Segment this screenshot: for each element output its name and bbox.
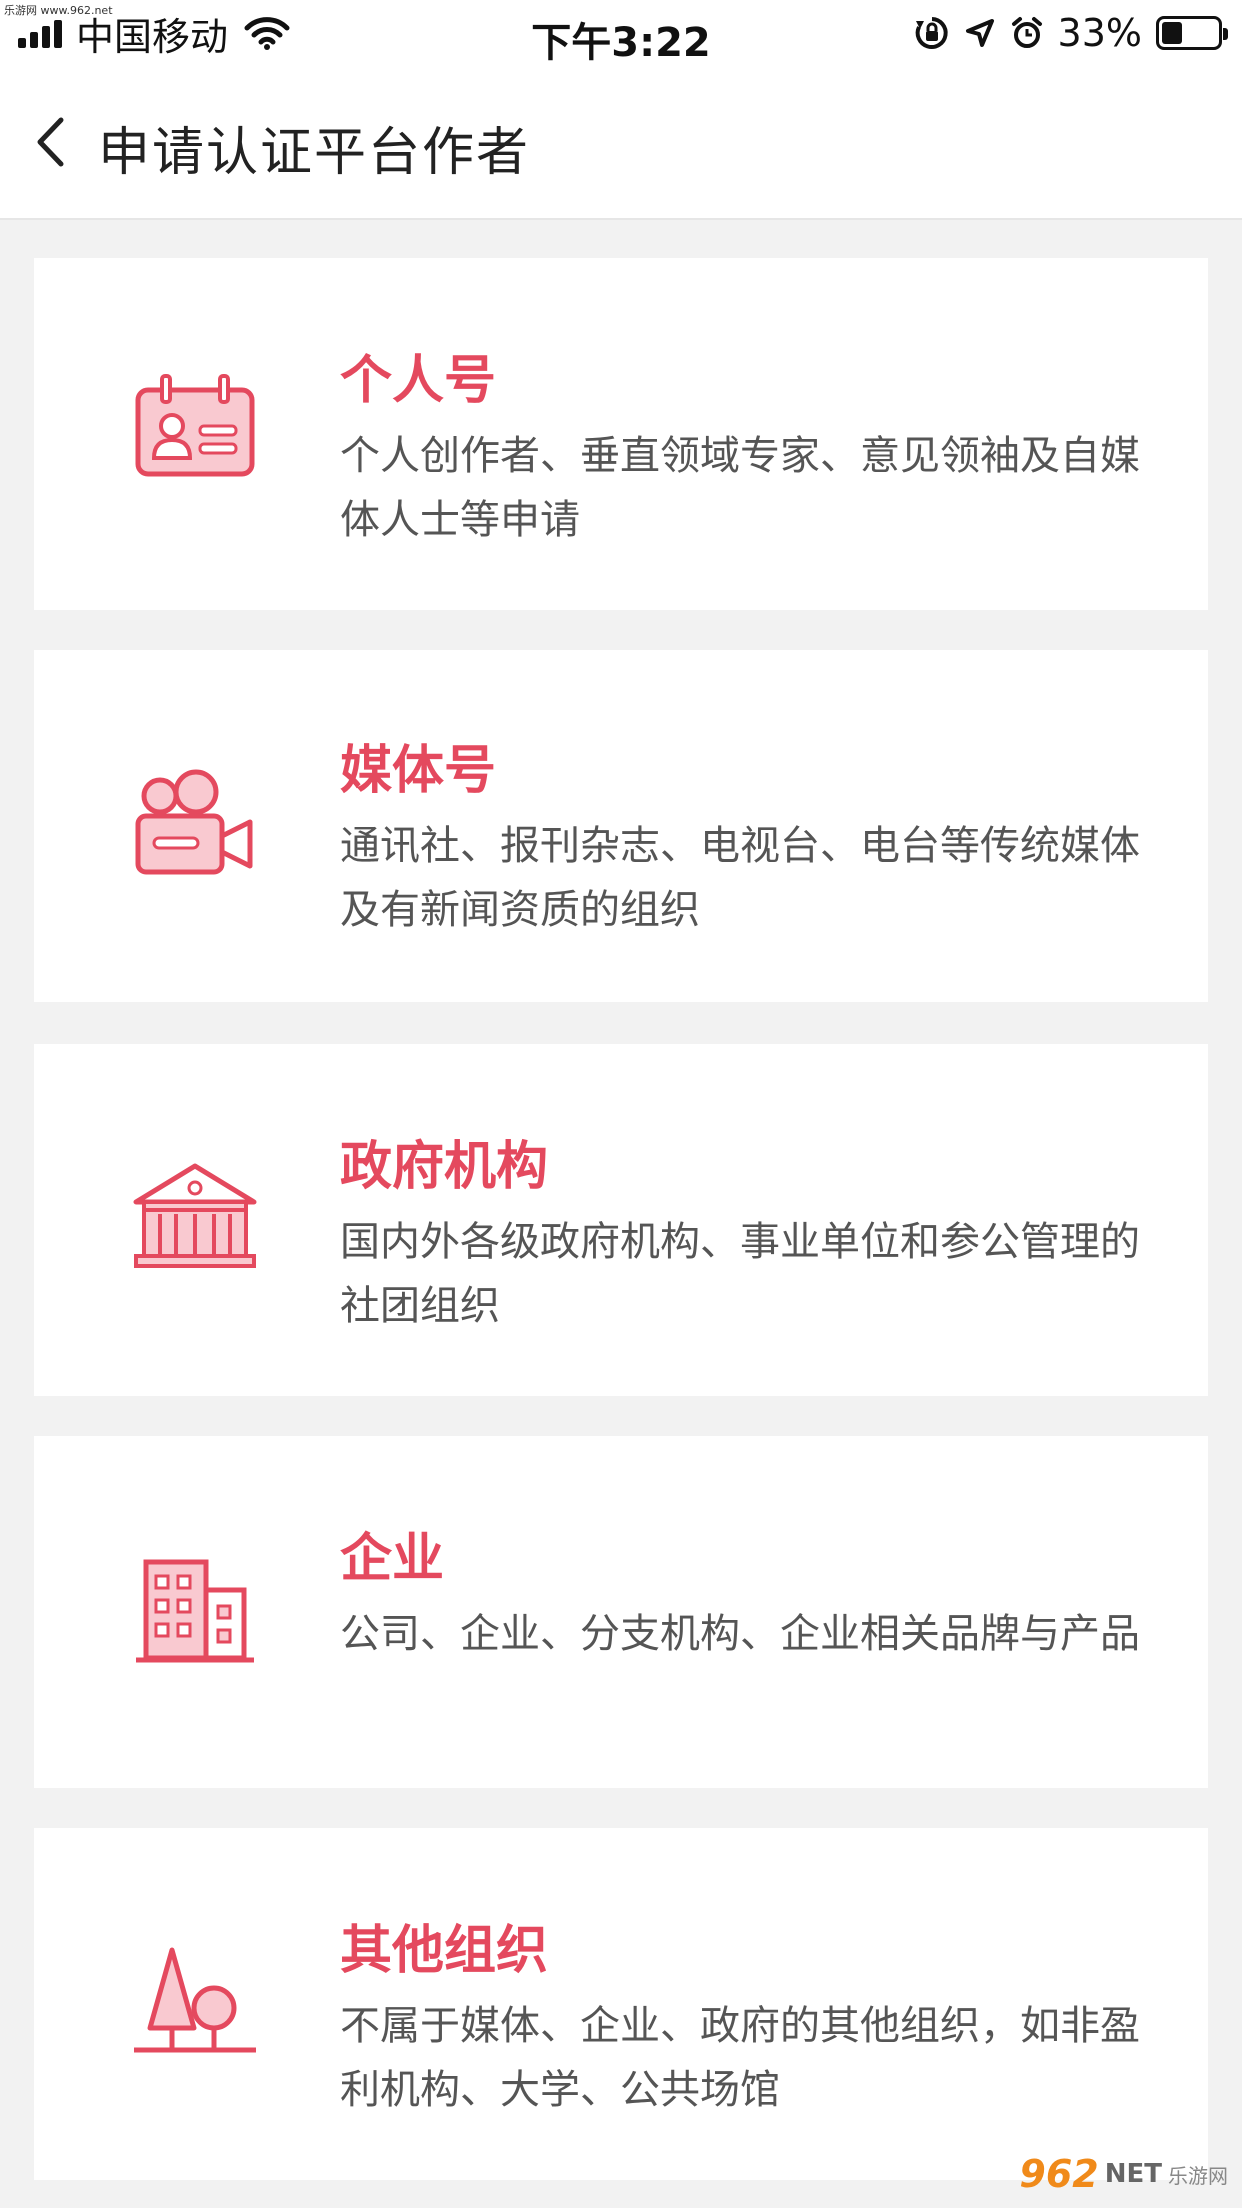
rotation-lock-icon <box>915 17 948 49</box>
status-bar: 乐游网 www.962.net 中国移动 下午3:22 33% <box>0 0 1242 66</box>
page-title: 申请认证平台作者 <box>98 123 531 183</box>
card-title: 其他组织 <box>340 1921 549 1981</box>
card-government[interactable]: 政府机构 国内外各级政府机构、事业单位和参公管理的社团组织 <box>34 1044 1208 1396</box>
card-title: 个人号 <box>340 351 497 411</box>
watermark-cn: 乐游网 <box>1168 2163 1228 2188</box>
card-description: 公司、企业、分支机构、企业相关品牌与产品 <box>340 1611 1140 1657</box>
back-button[interactable] <box>22 112 78 172</box>
card-title: 企业 <box>340 1529 445 1589</box>
card-description: 不属于媒体、企业、政府的其他组织，如非盈利机构、大学、公共场馆 <box>340 2003 1140 2113</box>
watermark-logo: 962 <box>1019 2152 1099 2196</box>
watermark-bottom: 962 NET 乐游网 <box>1019 2150 1228 2198</box>
office-building-icon <box>136 1559 254 1663</box>
location-icon <box>965 19 994 47</box>
alarm-icon <box>1011 17 1042 48</box>
nav-bar: 申请认证平台作者 <box>0 64 1242 220</box>
card-description: 通讯社、报刊杂志、电视台、电台等传统媒体及有新闻资质的组织 <box>340 823 1140 933</box>
battery-icon <box>1156 16 1228 50</box>
card-media[interactable]: 媒体号 通讯社、报刊杂志、电视台、电台等传统媒体及有新闻资质的组织 <box>34 650 1208 1002</box>
card-other-organization[interactable]: 其他组织 不属于媒体、企业、政府的其他组织，如非盈利机构、大学、公共场馆 <box>34 1828 1208 2180</box>
card-description: 个人创作者、垂直领域专家、意见领袖及自媒体人士等申请 <box>340 433 1140 543</box>
card-enterprise[interactable]: 企业 公司、企业、分支机构、企业相关品牌与产品 <box>34 1436 1208 1788</box>
watermark-net: NET <box>1104 2159 1162 2189</box>
battery-percent: 33% <box>1057 11 1142 55</box>
video-camera-icon <box>135 769 253 875</box>
card-description: 国内外各级政府机构、事业单位和参公管理的社团组织 <box>340 1219 1140 1329</box>
government-building-icon <box>133 1163 257 1268</box>
tree-icon <box>134 1947 256 2053</box>
card-title: 媒体号 <box>340 741 497 801</box>
card-title: 政府机构 <box>340 1137 549 1197</box>
chevron-left-icon <box>37 117 64 167</box>
card-personal[interactable]: 个人号 个人创作者、垂直领域专家、意见领袖及自媒体人士等申请 <box>34 258 1208 610</box>
id-card-icon <box>135 374 255 477</box>
status-right: 33% <box>914 10 1228 56</box>
